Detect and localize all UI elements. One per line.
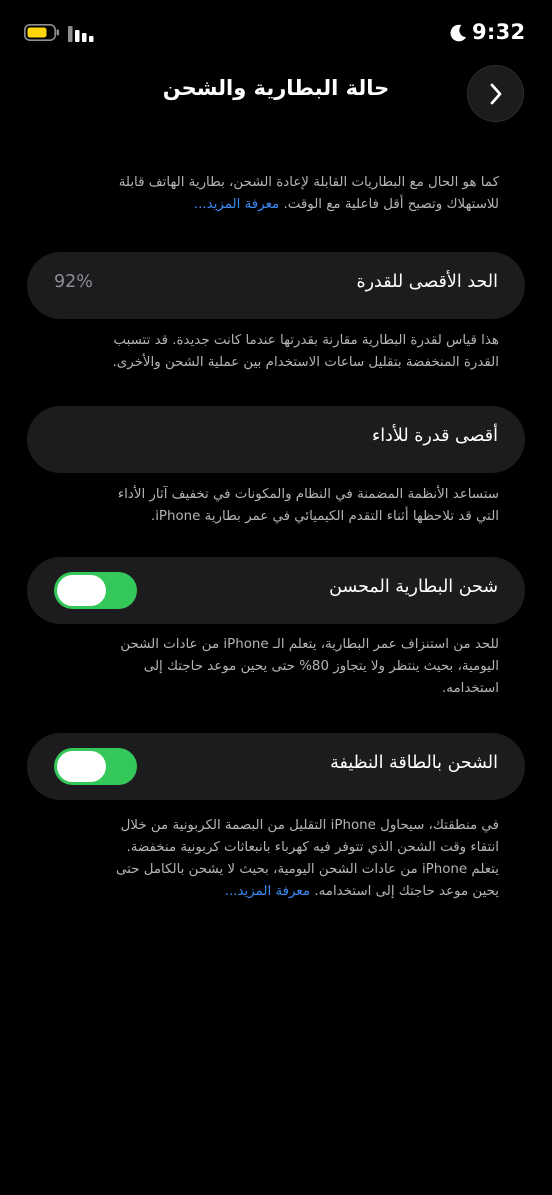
- clean-energy-row: الشحن بالطاقة النظيفة: [27, 733, 525, 800]
- optimized-charging-row: شحن البطارية المحسن: [27, 557, 525, 624]
- battery-health-screen: 9:32 حالة البطارية والشحن كما هو الحال م…: [0, 0, 552, 1195]
- max-capacity-row: الحد الأقصى للقدرة 92%: [27, 252, 525, 319]
- footnote-line: للحد من استنزاف عمر البطارية، يتعلم الـ …: [120, 637, 499, 652]
- intro-text: كما هو الحال مع البطاريات القابلة لإعادة…: [55, 172, 499, 216]
- learn-more-link[interactable]: معرفة المزيد...: [225, 884, 310, 899]
- chevron-icon: [490, 83, 502, 105]
- max-capacity-value: 92%: [54, 272, 93, 292]
- intro-line-text: للاستهلاك وتصبح أقل فاعلية مع الوقت.: [283, 197, 499, 212]
- peak-performance-label: أقصى قدرة للأداء: [372, 426, 498, 446]
- learn-more-link[interactable]: معرفة المزيد...: [194, 197, 279, 212]
- footnote-line: يتعلم iPhone من عادات الشحن اليومية، بحي…: [116, 862, 499, 877]
- cellular-signal-icon: [68, 26, 94, 42]
- toggle-knob: [57, 751, 106, 782]
- intro-line: للاستهلاك وتصبح أقل فاعلية مع الوقت. معر…: [55, 194, 499, 216]
- footnote-line: استخدامه.: [442, 681, 499, 696]
- footnote-line: انتقاء وقت الشحن الذي تتوفر فيه كهرباء ب…: [126, 840, 499, 855]
- status-bar: 9:32: [0, 0, 552, 66]
- back-button[interactable]: [467, 65, 524, 122]
- footnote-line: يحين موعد حاجتك إلى استخدامه. معرفة المز…: [55, 881, 499, 903]
- footnote-line: هذا قياس لقدرة البطارية مقارنة بقدرتها ع…: [113, 333, 499, 348]
- optimized-charging-footnote: للحد من استنزاف عمر البطارية، يتعلم الـ …: [55, 634, 499, 700]
- footnote-line: القدرة المنخفضة بتقليل ساعات الاستخدام ب…: [112, 355, 499, 370]
- max-capacity-footnote: هذا قياس لقدرة البطارية مقارنة بقدرتها ع…: [55, 330, 499, 374]
- toggle-knob: [57, 575, 106, 606]
- max-capacity-label: الحد الأقصى للقدرة: [356, 272, 498, 292]
- clean-energy-label: الشحن بالطاقة النظيفة: [330, 753, 498, 773]
- peak-performance-row[interactable]: أقصى قدرة للأداء: [27, 406, 525, 473]
- intro-line: كما هو الحال مع البطاريات القابلة لإعادة…: [118, 175, 499, 190]
- footnote-line: في منطقتك، سيحاول iPhone التقليل من البص…: [120, 818, 499, 833]
- moon-icon: [450, 24, 466, 42]
- peak-performance-footnote: ستساعد الأنظمة المضمنة في النظام والمكون…: [55, 484, 499, 528]
- clean-energy-footnote: في منطقتك، سيحاول iPhone التقليل من البص…: [55, 815, 499, 903]
- footnote-line: التي قد تلاحظها أثناء التقدم الكيميائي ف…: [150, 509, 499, 524]
- status-time: 9:32: [472, 20, 526, 44]
- battery-low-power-icon: [24, 24, 60, 41]
- footnote-line: اليومية، بحيث ينتظر ولا يتجاوز 80% حتى ي…: [143, 659, 499, 674]
- optimized-charging-toggle[interactable]: [54, 572, 137, 609]
- footnote-line: ستساعد الأنظمة المضمنة في النظام والمكون…: [117, 487, 499, 502]
- footnote-line-text: يحين موعد حاجتك إلى استخدامه.: [314, 884, 499, 899]
- clean-energy-toggle[interactable]: [54, 748, 137, 785]
- optimized-charging-label: شحن البطارية المحسن: [329, 577, 498, 597]
